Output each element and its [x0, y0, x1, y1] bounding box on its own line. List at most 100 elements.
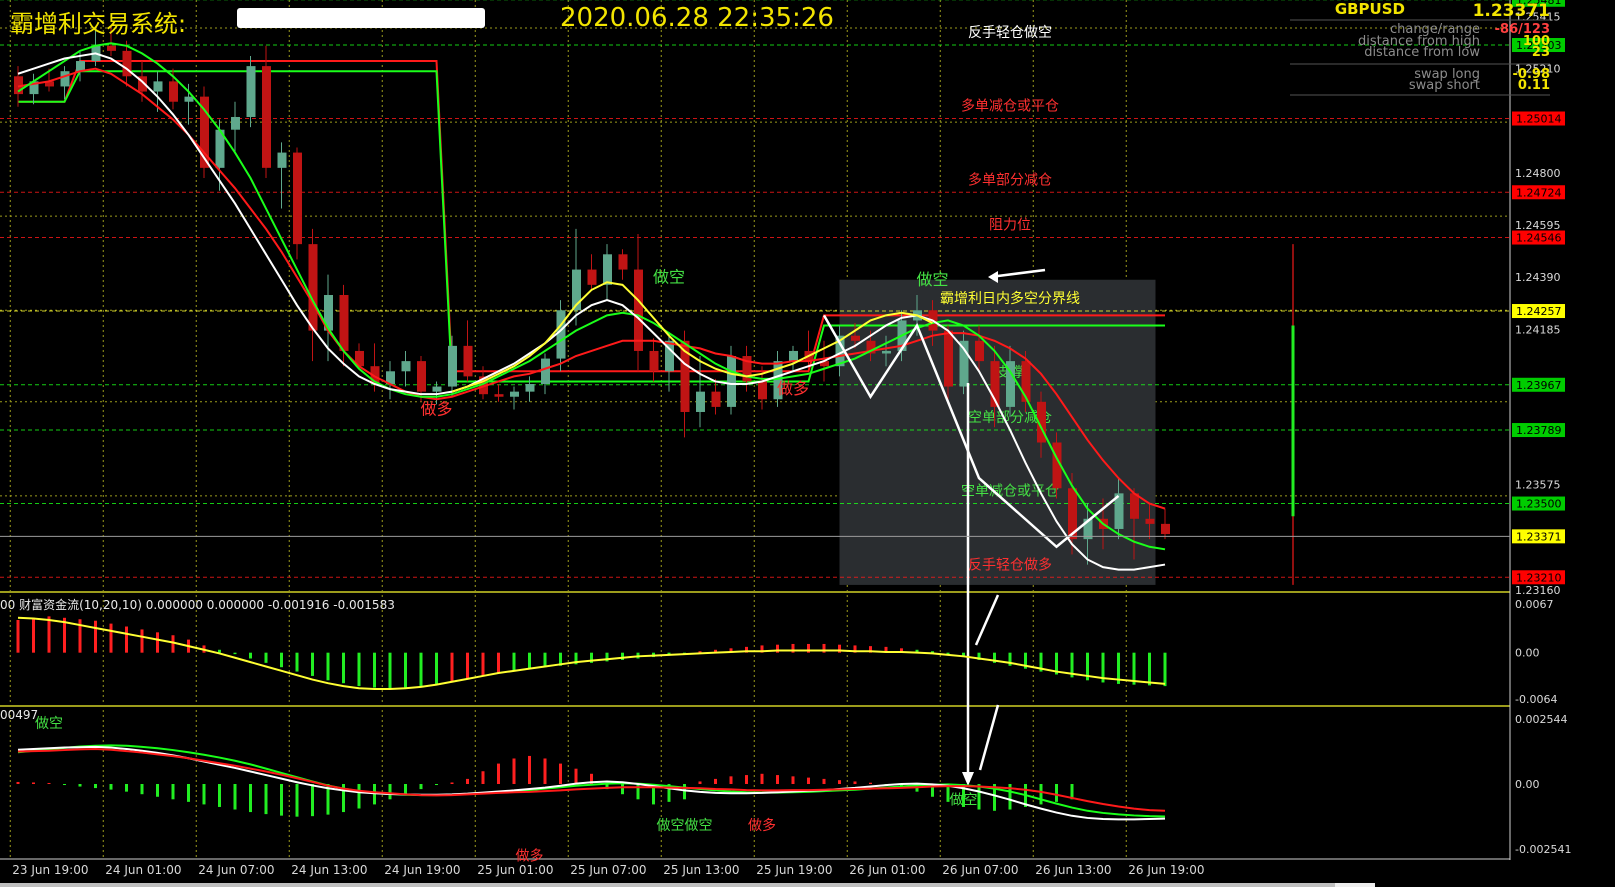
candle-body	[541, 358, 550, 385]
candle-body	[432, 386, 442, 392]
candle-body	[556, 310, 566, 359]
price-tag-label: 1.23371	[1516, 530, 1562, 543]
candle-body	[231, 116, 240, 130]
info-label: swap short	[1409, 78, 1480, 93]
account-input[interactable]	[237, 8, 485, 28]
level-label: 空单减仓或平仓	[961, 484, 1059, 500]
candle-body	[339, 295, 349, 351]
candle-body	[727, 356, 736, 407]
price-tag-label: 1.23210	[1516, 571, 1562, 584]
level-label: 霸增利日内多空分界线	[940, 290, 1080, 307]
candle-body	[975, 340, 984, 362]
time-axis-label: 26 Jun 01:00	[849, 863, 925, 877]
server-clock: 2020.06.28 22:35:26	[560, 3, 834, 33]
candle-body	[308, 244, 318, 331]
price-axis-label: 1.24185	[1515, 323, 1561, 336]
time-axis-label: 26 Jun 19:00	[1128, 863, 1204, 877]
indicator-2-label: 00497	[0, 708, 39, 722]
signal-label: 做多	[748, 817, 776, 834]
sub-axis-label: 0.00	[1515, 778, 1540, 791]
signal-label: 做多	[777, 379, 809, 398]
sub-axis-label: -0.0064	[1515, 693, 1557, 706]
time-axis-label: 24 Jun 07:00	[198, 863, 274, 877]
price-axis-label: 1.24390	[1515, 271, 1561, 284]
candle-body	[448, 345, 457, 387]
signal-label: 做多	[420, 400, 452, 419]
time-axis-label: 25 Jun 13:00	[663, 863, 739, 877]
time-axis-label: 23 Jun 19:00	[12, 863, 88, 877]
candle-body	[169, 81, 178, 102]
candle-body	[494, 394, 504, 397]
candle-body	[525, 384, 535, 392]
candle-body	[262, 66, 271, 168]
price-tag-label: 1.24546	[1516, 232, 1562, 245]
divergence-arrow	[974, 594, 1000, 646]
candle-body	[634, 269, 643, 351]
candle-body	[587, 269, 597, 285]
price-tag-label: 1.23789	[1516, 424, 1562, 437]
time-axis-label: 25 Jun 19:00	[756, 863, 832, 877]
price-axis-label: 1.23575	[1515, 478, 1561, 491]
candle-body	[153, 81, 163, 92]
current-price: 1.23371	[1473, 1, 1550, 21]
candle-body	[401, 361, 411, 372]
candle-body	[649, 350, 659, 372]
horizontal-scrollbar[interactable]	[0, 883, 1375, 887]
price-axis-label: 1.23160	[1515, 584, 1561, 597]
candle-body	[758, 381, 767, 400]
divergence-arrow	[978, 704, 1000, 771]
sub-axis-label: 0.002544	[1515, 713, 1568, 726]
sub-axis-label: -0.002541	[1515, 843, 1571, 856]
arrow-head	[962, 772, 974, 786]
candle-body	[246, 66, 256, 117]
time-axis-label: 24 Jun 19:00	[384, 863, 460, 877]
time-axis-label: 26 Jun 13:00	[1035, 863, 1111, 877]
signal-label: 做空	[916, 270, 948, 289]
signal-label: 做空	[950, 792, 978, 808]
price-tag-label: 1.23967	[1516, 379, 1562, 392]
candle-body	[882, 350, 891, 354]
candle-body	[60, 71, 70, 87]
info-value: 0.11	[1518, 78, 1550, 93]
candle-body	[618, 254, 628, 270]
price-tag-label: 1.24257	[1516, 305, 1562, 318]
signal-label: 做空	[653, 267, 685, 286]
candle-body	[277, 152, 287, 168]
scroll-thumb[interactable]	[1335, 883, 1375, 887]
time-axis-label: 25 Jun 01:00	[477, 863, 553, 877]
price-tag-label: 1.24724	[1516, 186, 1562, 199]
candle-body	[184, 96, 194, 102]
system-title: 霸增利交易系统:	[10, 10, 187, 38]
info-value: 23	[1532, 45, 1550, 60]
level-label: 多单减仓或平仓	[961, 98, 1059, 115]
price-axis-label: 1.24800	[1515, 167, 1561, 180]
price-axis-label: 1.24595	[1515, 219, 1561, 232]
candle-body	[293, 152, 302, 245]
level-label: 阻力位	[989, 218, 1031, 234]
candle-body	[1130, 493, 1139, 519]
time-axis-label: 24 Jun 13:00	[291, 863, 367, 877]
price-tag-label: 1.25014	[1516, 113, 1562, 126]
time-axis-label: 25 Jun 07:00	[570, 863, 646, 877]
price-tag-label: 1.23500	[1516, 498, 1562, 511]
candle-body	[1161, 523, 1170, 535]
candle-body	[789, 350, 798, 362]
candle-body	[107, 45, 116, 51]
candle-body	[944, 330, 953, 387]
info-label: distance from low	[1364, 45, 1480, 60]
sub-axis-label: 0.00	[1515, 647, 1540, 660]
candle-body	[603, 254, 612, 285]
signal-label: 做空	[35, 716, 63, 732]
trading-chart-window[interactable]: 反手空单标准仓进场反手轻仓做空多单减仓或平仓多单部分减仓阻力位霸增利日内多空分界…	[0, 0, 1615, 887]
candle-body	[696, 391, 705, 412]
candle-body	[510, 391, 519, 397]
signal-label: 做空做空	[657, 818, 713, 834]
candle-body	[1145, 518, 1155, 524]
candle-body	[463, 345, 473, 377]
symbol-name: GBPUSD	[1335, 0, 1405, 18]
candle-body	[851, 335, 860, 341]
signal-label: 做多	[516, 848, 544, 865]
level-label: 反手轻仓做空	[968, 25, 1052, 41]
level-label: 反手轻仓做多	[968, 556, 1052, 573]
time-axis-label: 26 Jun 07:00	[942, 863, 1018, 877]
